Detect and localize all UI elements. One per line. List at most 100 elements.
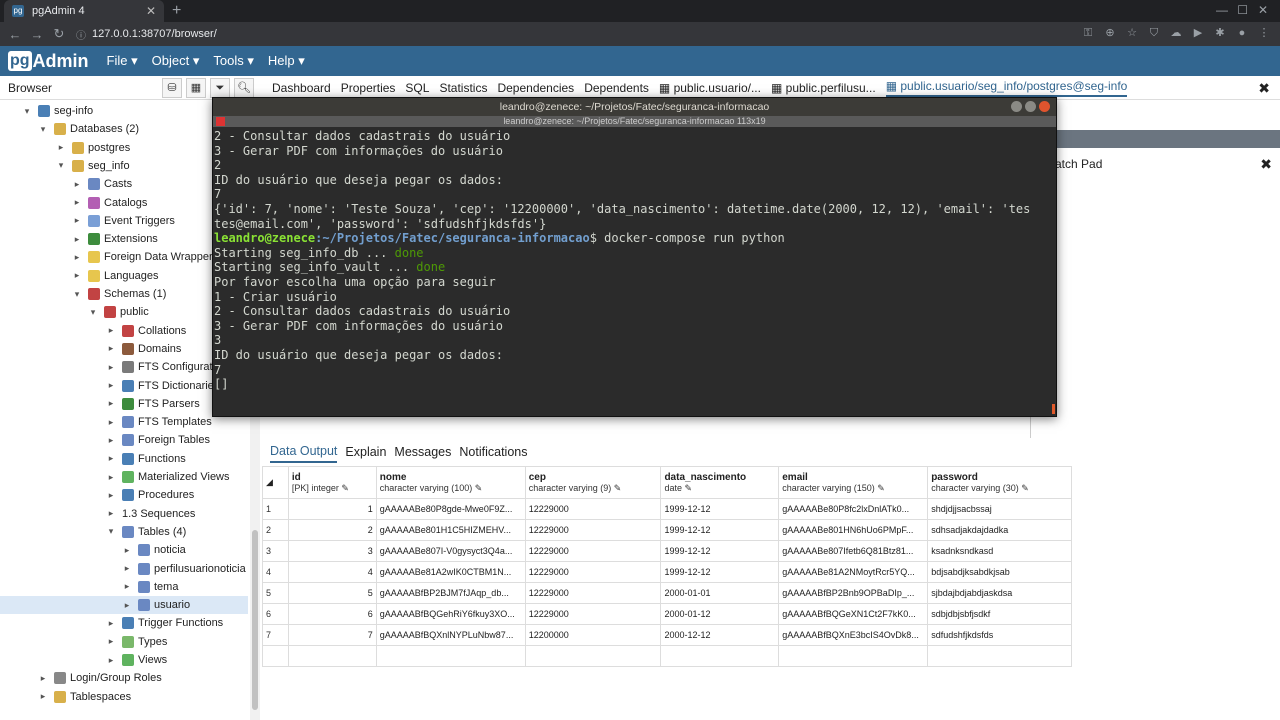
row-number[interactable]: 6 <box>262 603 289 625</box>
chevron-right-icon[interactable]: ▸ <box>106 490 116 501</box>
menu-file[interactable]: File ▾ <box>107 53 138 69</box>
filter-icon[interactable]: ⏷ <box>210 78 230 98</box>
url-field[interactable]: ⓘ 127.0.0.1:38707/browser/ <box>76 27 217 42</box>
table-cell[interactable]: gAAAAABfBQXnE3bcIS4OvDk8... <box>778 624 929 646</box>
tree-node[interactable]: ▾ Databases (2) <box>0 120 248 138</box>
maximize-icon[interactable] <box>1025 101 1036 112</box>
tab-explain[interactable]: Explain <box>345 442 386 462</box>
table-cell[interactable]: sdbjdbjsbfjsdkf <box>927 603 1072 625</box>
maximize-icon[interactable]: ☐ <box>1237 3 1248 17</box>
table-cell[interactable]: gAAAAABfBQXnlNYPLuNbw87... <box>375 624 526 646</box>
chevron-right-icon[interactable]: ▸ <box>106 655 116 666</box>
close-icon[interactable]: ✖ <box>1258 80 1270 97</box>
tree-node[interactable]: ▸ perfilusuarionoticia <box>0 560 248 578</box>
tree-node[interactable]: ▸ Languages <box>0 267 248 285</box>
chevron-right-icon[interactable]: ▸ <box>56 142 66 153</box>
chevron-right-icon[interactable]: ▸ <box>72 179 82 190</box>
table-cell[interactable]: 1999-12-12 <box>660 561 780 583</box>
tree-node[interactable]: ▸ FTS Dictionaries <box>0 377 248 395</box>
chevron-right-icon[interactable]: ▸ <box>122 563 132 574</box>
chevron-right-icon[interactable]: ▸ <box>106 472 116 483</box>
column-header[interactable]: nome character varying (100) ✎ <box>375 466 526 499</box>
menu-tools[interactable]: Tools ▾ <box>213 53 254 69</box>
chevron-down-icon[interactable]: ▾ <box>106 526 116 537</box>
table-cell[interactable]: 2 <box>287 519 377 541</box>
chevron-down-icon[interactable]: ▾ <box>56 160 66 171</box>
close-tab-icon[interactable]: ✕ <box>146 4 156 18</box>
table-cell[interactable]: 12229000 <box>524 603 662 625</box>
table-cell[interactable]: 12229000 <box>524 540 662 562</box>
column-header[interactable]: password character varying (30) ✎ <box>927 466 1072 499</box>
puzzle-icon[interactable]: ✱ <box>1214 26 1226 40</box>
forward-icon[interactable]: → <box>30 27 44 42</box>
tree-node[interactable]: ▸ Catalogs <box>0 194 248 212</box>
tab-notifications[interactable]: Notifications <box>459 442 527 462</box>
chevron-right-icon[interactable]: ▸ <box>106 380 116 391</box>
table-cell[interactable]: 1999-12-12 <box>660 498 780 520</box>
table-cell[interactable]: gAAAAABe801H1C5HIZMEHV... <box>375 519 526 541</box>
tree-node[interactable]: ▸ Casts <box>0 175 248 193</box>
view-data-icon[interactable]: ▦ <box>186 78 206 98</box>
chevron-right-icon[interactable]: ▸ <box>122 581 132 592</box>
tree-node[interactable]: ▸ FTS Parsers <box>0 395 248 413</box>
tree-node[interactable]: ▸ Materialized Views <box>0 468 248 486</box>
table-row[interactable]: 7 7 gAAAAABfBQXnlNYPLuNbw87... 12200000 2000… <box>262 624 1072 646</box>
chevron-right-icon[interactable]: ▸ <box>72 197 82 208</box>
table-cell[interactable]: 12229000 <box>524 561 662 583</box>
table-cell[interactable]: gAAAAABe81A2wIK0CTBM1N... <box>375 561 526 583</box>
chevron-right-icon[interactable]: ▸ <box>72 270 82 281</box>
column-header[interactable]: email character varying (150) ✎ <box>778 466 929 499</box>
table-cell[interactable]: 5 <box>287 582 377 604</box>
table-cell[interactable]: gAAAAABe807I-V0gysyct3Q4a... <box>375 540 526 562</box>
tree-node[interactable]: ▸ usuario <box>0 596 248 615</box>
table-cell[interactable]: gAAAAABfBQGeXN1Ct2F7kK0... <box>778 603 929 625</box>
tab-dependents[interactable]: Dependents <box>584 81 649 95</box>
new-tab-icon[interactable]: + <box>172 2 181 20</box>
chevron-right-icon[interactable]: ▸ <box>72 215 82 226</box>
table-cell[interactable]: 1999-12-12 <box>660 540 780 562</box>
chevron-down-icon[interactable]: ▾ <box>38 124 48 135</box>
close-icon[interactable] <box>1039 101 1050 112</box>
chevron-right-icon[interactable]: ▸ <box>106 417 116 428</box>
table-cell[interactable]: 12229000 <box>524 498 662 520</box>
table-cell[interactable]: ksadnksndkasd <box>927 540 1072 562</box>
table-row[interactable]: 5 5 gAAAAABfBP2BJM7fJAqp_db... 12229000 2000… <box>262 582 1072 604</box>
tree-node[interactable]: ▾ seg_info <box>0 157 248 175</box>
terminal-output[interactable]: 2 - Consultar dados cadastrais do usuári… <box>214 129 1054 414</box>
tree-node[interactable]: ▸ Login/Group Roles <box>0 669 248 687</box>
tab-messages[interactable]: Messages <box>394 442 451 462</box>
table-cell[interactable]: gAAAAABfBP2BJM7fJAqp_db... <box>375 582 526 604</box>
chevron-right-icon[interactable]: ▸ <box>38 691 48 702</box>
table-cell[interactable]: sdfudshfjkdsfds <box>927 624 1072 646</box>
tree-node[interactable]: ▸ Views <box>0 651 248 669</box>
tree-node[interactable]: ▸ FTS Configurations <box>0 358 248 376</box>
profile-avatar-icon[interactable]: ● <box>1236 26 1248 40</box>
tab-query-usuario[interactable]: ▦ public.usuario/seg_info/postgres@seg-i… <box>885 79 1128 97</box>
chevron-down-icon[interactable]: ▾ <box>72 289 82 300</box>
tab-sql[interactable]: SQL <box>405 81 429 95</box>
key-icon[interactable]: ⚿ <box>1082 26 1094 40</box>
row-number[interactable]: 3 <box>262 540 289 562</box>
menu-object[interactable]: Object ▾ <box>152 53 200 69</box>
chevron-right-icon[interactable]: ▸ <box>106 398 116 409</box>
minimize-icon[interactable] <box>1011 101 1022 112</box>
table-cell[interactable]: gAAAAABfBP2Bnb9OPBaDIp_... <box>778 582 929 604</box>
bookmark-star-icon[interactable]: ☆ <box>1126 26 1138 40</box>
minimize-icon[interactable]: — <box>1216 3 1228 17</box>
tree-node[interactable]: ▸ Tablespaces <box>0 688 248 706</box>
window-close-icon[interactable]: ✕ <box>1258 3 1268 17</box>
tree-node[interactable]: ▸ Foreign Data Wrappers <box>0 248 248 266</box>
tree-node[interactable]: ▸ noticia <box>0 541 248 559</box>
terminal-window[interactable]: leandro@zenece: ~/Projetos/Fatec/seguran… <box>212 97 1057 417</box>
table-cell[interactable]: sdhsadjakdajdadka <box>927 519 1072 541</box>
chevron-right-icon[interactable]: ▸ <box>106 453 116 464</box>
tab-data-output[interactable]: Data Output <box>270 441 338 463</box>
tab-statistics[interactable]: Statistics <box>439 81 487 95</box>
table-cell[interactable]: 3 <box>287 540 377 562</box>
table-cell[interactable]: shdjdjjsacbssaj <box>927 498 1072 520</box>
tab-view-data-usuario[interactable]: ▦ public.usuario/... <box>659 81 761 95</box>
query-tool-icon[interactable]: ⛁ <box>162 78 182 98</box>
chevron-right-icon[interactable]: ▸ <box>122 545 132 556</box>
close-icon[interactable]: ✖ <box>1260 156 1272 173</box>
table-row[interactable]: 6 6 gAAAAABfBQGehRiY6fkuy3XO... 12229000 200… <box>262 603 1072 625</box>
